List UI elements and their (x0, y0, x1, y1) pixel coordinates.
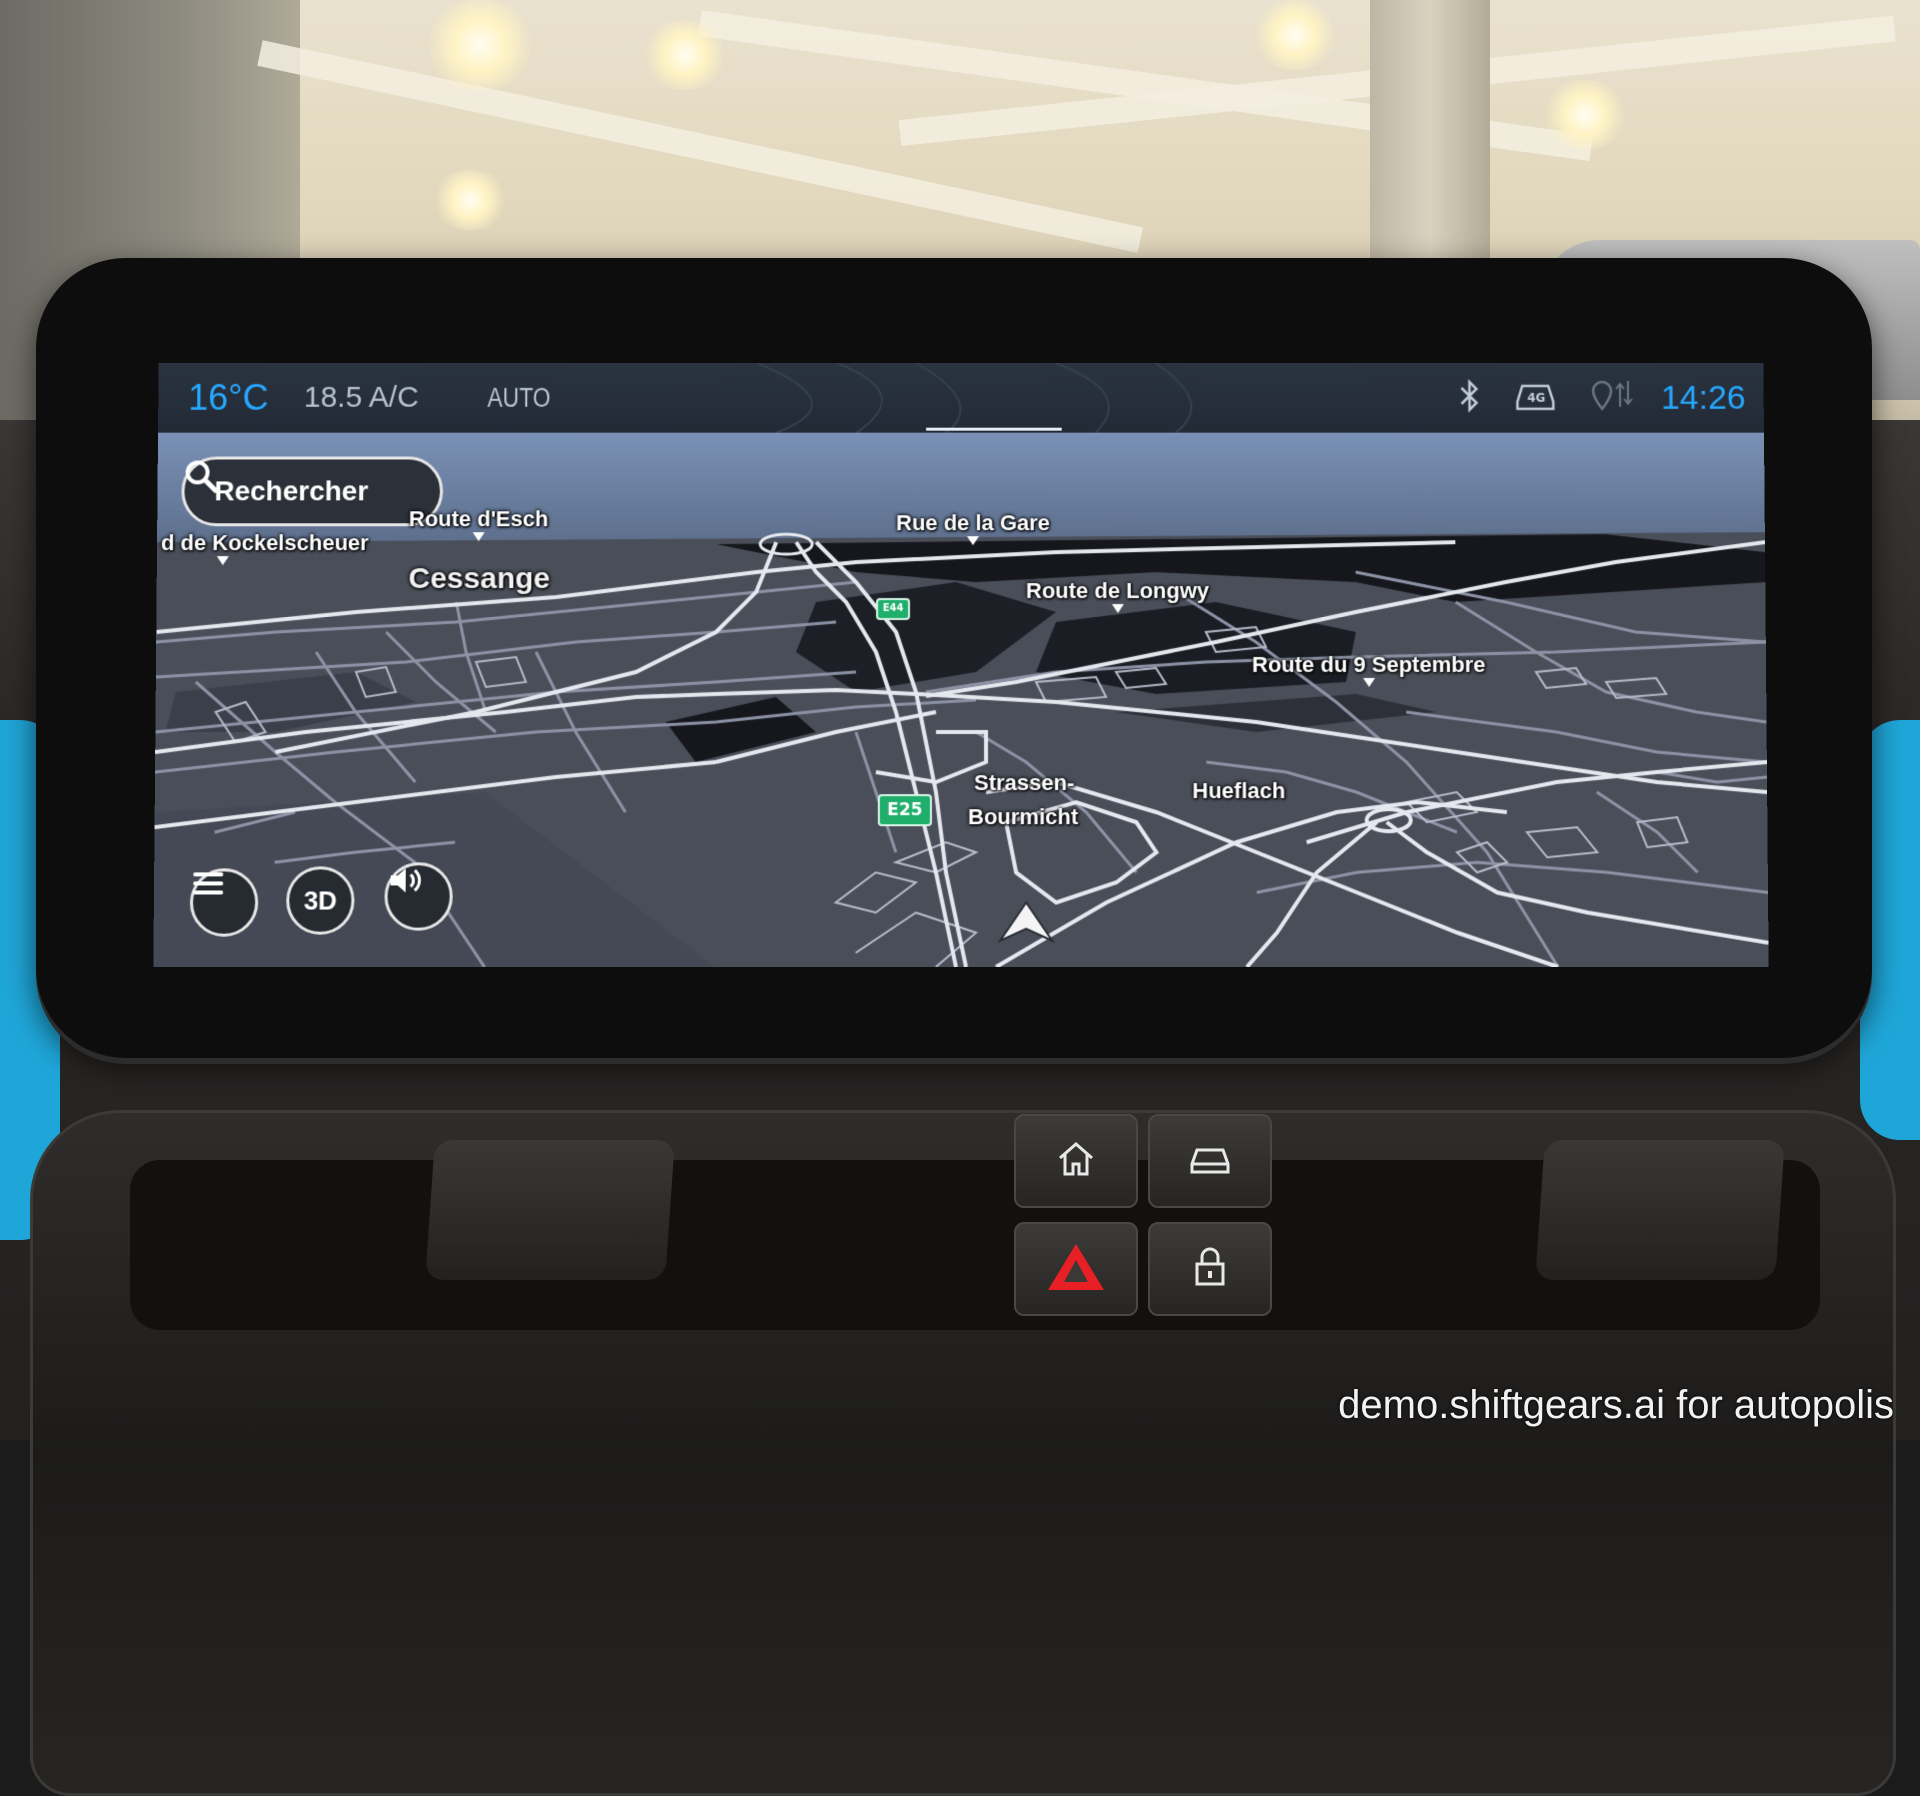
page-indicator (926, 427, 1062, 431)
road-label-route-longwy: Route de Longwy (1026, 578, 1209, 614)
infotainment-screen: 16°C 18.5 A/C AUTO 4G 14:26 Rechercher d… (153, 363, 1769, 967)
road-shield-e44: E44 (876, 598, 911, 621)
4g-car-icon: 4G (1514, 380, 1556, 417)
road-shield-e25: E25 (877, 794, 932, 827)
sound-button[interactable] (384, 862, 453, 931)
watermark: demo.shiftgears.ai for autopolis (1338, 1383, 1894, 1427)
home-button[interactable] (1014, 1114, 1138, 1208)
search-button-label: Rechercher (214, 475, 369, 507)
place-label-cessange: Cessange (408, 562, 551, 596)
road-label-rue-gare: Rue de la Gare (896, 510, 1050, 546)
place-label-bourmicht: Bourmicht (968, 804, 1079, 830)
vent-slider-right[interactable] (1535, 1140, 1785, 1280)
view-mode-label: 3D (303, 884, 338, 916)
lock-icon (1193, 1247, 1227, 1292)
vent-slider-left[interactable] (425, 1140, 675, 1280)
lock-button[interactable] (1148, 1222, 1272, 1316)
home-icon (1056, 1140, 1096, 1183)
hazard-button[interactable] (1014, 1222, 1138, 1316)
car-icon (1188, 1142, 1232, 1181)
road-label-route-9-septembre: Route du 9 Septembre (1252, 652, 1486, 687)
status-bar: 16°C 18.5 A/C AUTO 4G 14:26 (158, 363, 1764, 433)
road-label-kockelscheuer: d de Kockelscheuer (161, 530, 369, 566)
bluetooth-icon (1458, 379, 1480, 418)
navigation-map[interactable]: Rechercher d de Kockelscheuer Route d'Es… (153, 432, 1769, 967)
svg-text:4G: 4G (1527, 391, 1545, 405)
place-label-hueflach: Hueflach (1192, 778, 1286, 804)
view-mode-button[interactable]: 3D (286, 866, 355, 935)
search-button[interactable]: Rechercher (181, 456, 444, 527)
menu-button[interactable] (189, 868, 259, 937)
hazard-icon (1046, 1242, 1106, 1297)
cabin-temperature[interactable]: 16°C (188, 377, 269, 419)
place-label-strassen: Strassen- (974, 770, 1075, 796)
vehicle-button[interactable] (1148, 1114, 1272, 1208)
ac-mode[interactable]: AUTO (487, 383, 550, 414)
road-label-route-esch: Route d'Esch (409, 506, 548, 542)
location-sharing-icon (1590, 379, 1634, 418)
ac-level[interactable]: 18.5 A/C (304, 381, 419, 415)
clock: 14:26 (1660, 378, 1746, 417)
